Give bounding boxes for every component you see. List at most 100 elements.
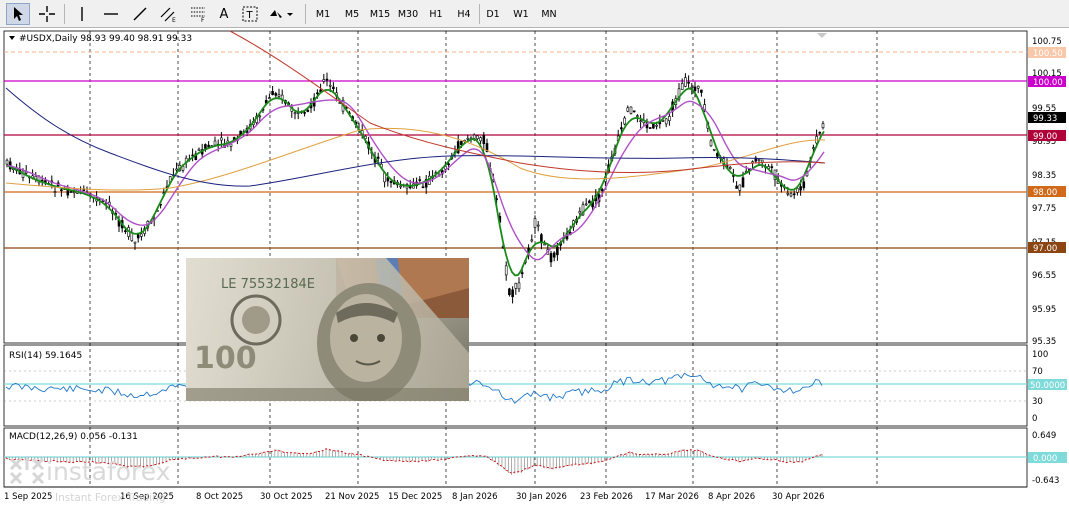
price-candle xyxy=(124,230,127,233)
price-candle xyxy=(136,234,140,239)
dollar-banknotes-image: LE 75532184E 100 xyxy=(186,258,469,401)
price-candle xyxy=(821,123,825,129)
price-candle xyxy=(322,79,326,82)
price-candle xyxy=(757,159,761,161)
rsi-tick: 0 xyxy=(1032,414,1037,424)
level-tag-97-00: 97.00 xyxy=(1033,244,1057,254)
date-tick: 8 Jan 2026 xyxy=(452,492,498,502)
toolbar-separator xyxy=(305,4,306,24)
macd-header: MACD(12,26,9) 0.056 -0.131 xyxy=(9,432,138,442)
price-candle xyxy=(786,192,790,195)
price-candle xyxy=(623,117,626,125)
macd-scale: 0.649 0.000 -0.643 xyxy=(1028,431,1067,486)
price-candle xyxy=(600,189,604,192)
price-candle xyxy=(197,148,201,151)
toolbar-separator xyxy=(64,4,65,24)
price-candle xyxy=(277,94,281,97)
price-candle xyxy=(648,127,652,129)
price-candle xyxy=(204,144,207,149)
horizontal-line-icon[interactable] xyxy=(99,3,123,25)
svg-text:100: 100 xyxy=(194,341,257,376)
price-candle xyxy=(812,147,815,149)
price-tick: 98.35 xyxy=(1032,171,1056,181)
logo-wordmark: instaforex xyxy=(46,456,171,486)
price-candle xyxy=(802,181,806,189)
price-candle xyxy=(536,224,540,227)
equidistant-channel-icon[interactable]: E xyxy=(157,3,181,25)
timeframe-m1-button[interactable]: M1 xyxy=(310,3,336,25)
price-candle xyxy=(293,112,297,115)
timeframe-m30-button[interactable]: M30 xyxy=(394,3,422,25)
rsi-tick: 30 xyxy=(1032,397,1043,407)
rsi-tick: 70 xyxy=(1032,367,1043,377)
rsi-scale: 100 70 50.0000 30 0 xyxy=(1028,350,1067,424)
price-candle xyxy=(588,200,591,204)
price-candle xyxy=(482,135,486,145)
price-candle xyxy=(636,115,639,117)
price-candle xyxy=(220,137,223,141)
price-candle xyxy=(399,185,402,188)
vertical-line-icon[interactable] xyxy=(70,3,94,25)
current-price-tag: 99.33 xyxy=(1033,114,1057,124)
price-candle xyxy=(687,81,690,84)
price-candle xyxy=(700,89,703,93)
price-candle xyxy=(418,179,422,181)
timeframe-m5-button[interactable]: M5 xyxy=(338,3,366,25)
text-box-icon[interactable]: T xyxy=(239,3,261,25)
level-tag-98-00: 98.00 xyxy=(1033,188,1057,198)
price-candle xyxy=(466,137,470,140)
chart-window[interactable]: #USDX,Daily 98.93 99.40 98.91 99.33 RSI(… xyxy=(0,28,1069,508)
level-tag-99-00: 99.00 xyxy=(1033,132,1057,142)
price-candle xyxy=(735,185,738,189)
date-tick: 8 Apr 2026 xyxy=(708,492,755,502)
fibonacci-retracement-icon[interactable]: F xyxy=(186,3,210,25)
price-candle xyxy=(389,181,393,183)
price-candle xyxy=(520,272,524,275)
text-label-icon[interactable]: A xyxy=(213,3,235,25)
price-candle xyxy=(556,246,559,256)
crosshair-icon[interactable] xyxy=(35,3,59,25)
instaforex-logo-icon xyxy=(9,457,45,485)
timeframe-w1-button[interactable]: W1 xyxy=(507,3,535,25)
toolbar-separator xyxy=(479,4,480,24)
price-candle xyxy=(626,107,630,112)
price-candle xyxy=(258,115,262,118)
price-candle xyxy=(738,184,742,191)
date-tick: 8 Oct 2025 xyxy=(196,492,243,502)
timeframe-h4-button[interactable]: H4 xyxy=(450,3,478,25)
price-candle xyxy=(620,127,623,130)
chart-header-text: #USDX,Daily 98.93 99.40 98.91 99.33 xyxy=(19,34,192,44)
price-candle xyxy=(796,188,799,193)
price-candle xyxy=(799,186,802,191)
price-candle xyxy=(680,83,684,90)
price-candle xyxy=(668,116,671,121)
price-candle xyxy=(271,91,274,96)
price-candle xyxy=(376,156,380,159)
trendline-icon[interactable] xyxy=(128,3,152,25)
cursor-arrow-icon[interactable] xyxy=(6,3,30,25)
svg-text:E: E xyxy=(172,17,176,23)
price-candle xyxy=(421,186,425,189)
price-candle xyxy=(69,191,73,193)
price-tick: 100.75 xyxy=(1032,37,1062,47)
arrows-shapes-icon[interactable] xyxy=(266,3,296,25)
price-candle xyxy=(664,118,668,125)
price-candle xyxy=(760,159,764,163)
timeframe-h1-button[interactable]: H1 xyxy=(422,3,450,25)
price-candle xyxy=(447,163,450,166)
price-candle xyxy=(693,86,697,91)
price-candle xyxy=(479,137,482,142)
date-tick: 15 Dec 2025 xyxy=(388,492,442,502)
price-candle xyxy=(133,241,137,244)
timeframe-mn-button[interactable]: MN xyxy=(535,3,563,25)
price-tick: 95.35 xyxy=(1032,337,1056,347)
macd-tick: 0.649 xyxy=(1032,431,1056,441)
price-chart[interactable]: #USDX,Daily 98.93 99.40 98.91 99.33 RSI(… xyxy=(0,28,1069,508)
date-tick: 1 Sep 2025 xyxy=(4,492,52,502)
price-candle xyxy=(789,193,793,197)
timeframe-d1-button[interactable]: D1 xyxy=(481,3,505,25)
price-candle xyxy=(207,144,210,148)
timeframe-m15-button[interactable]: M15 xyxy=(366,3,394,25)
price-candle xyxy=(514,283,518,289)
logo-tagline: Instant Forex Trading xyxy=(55,492,166,504)
